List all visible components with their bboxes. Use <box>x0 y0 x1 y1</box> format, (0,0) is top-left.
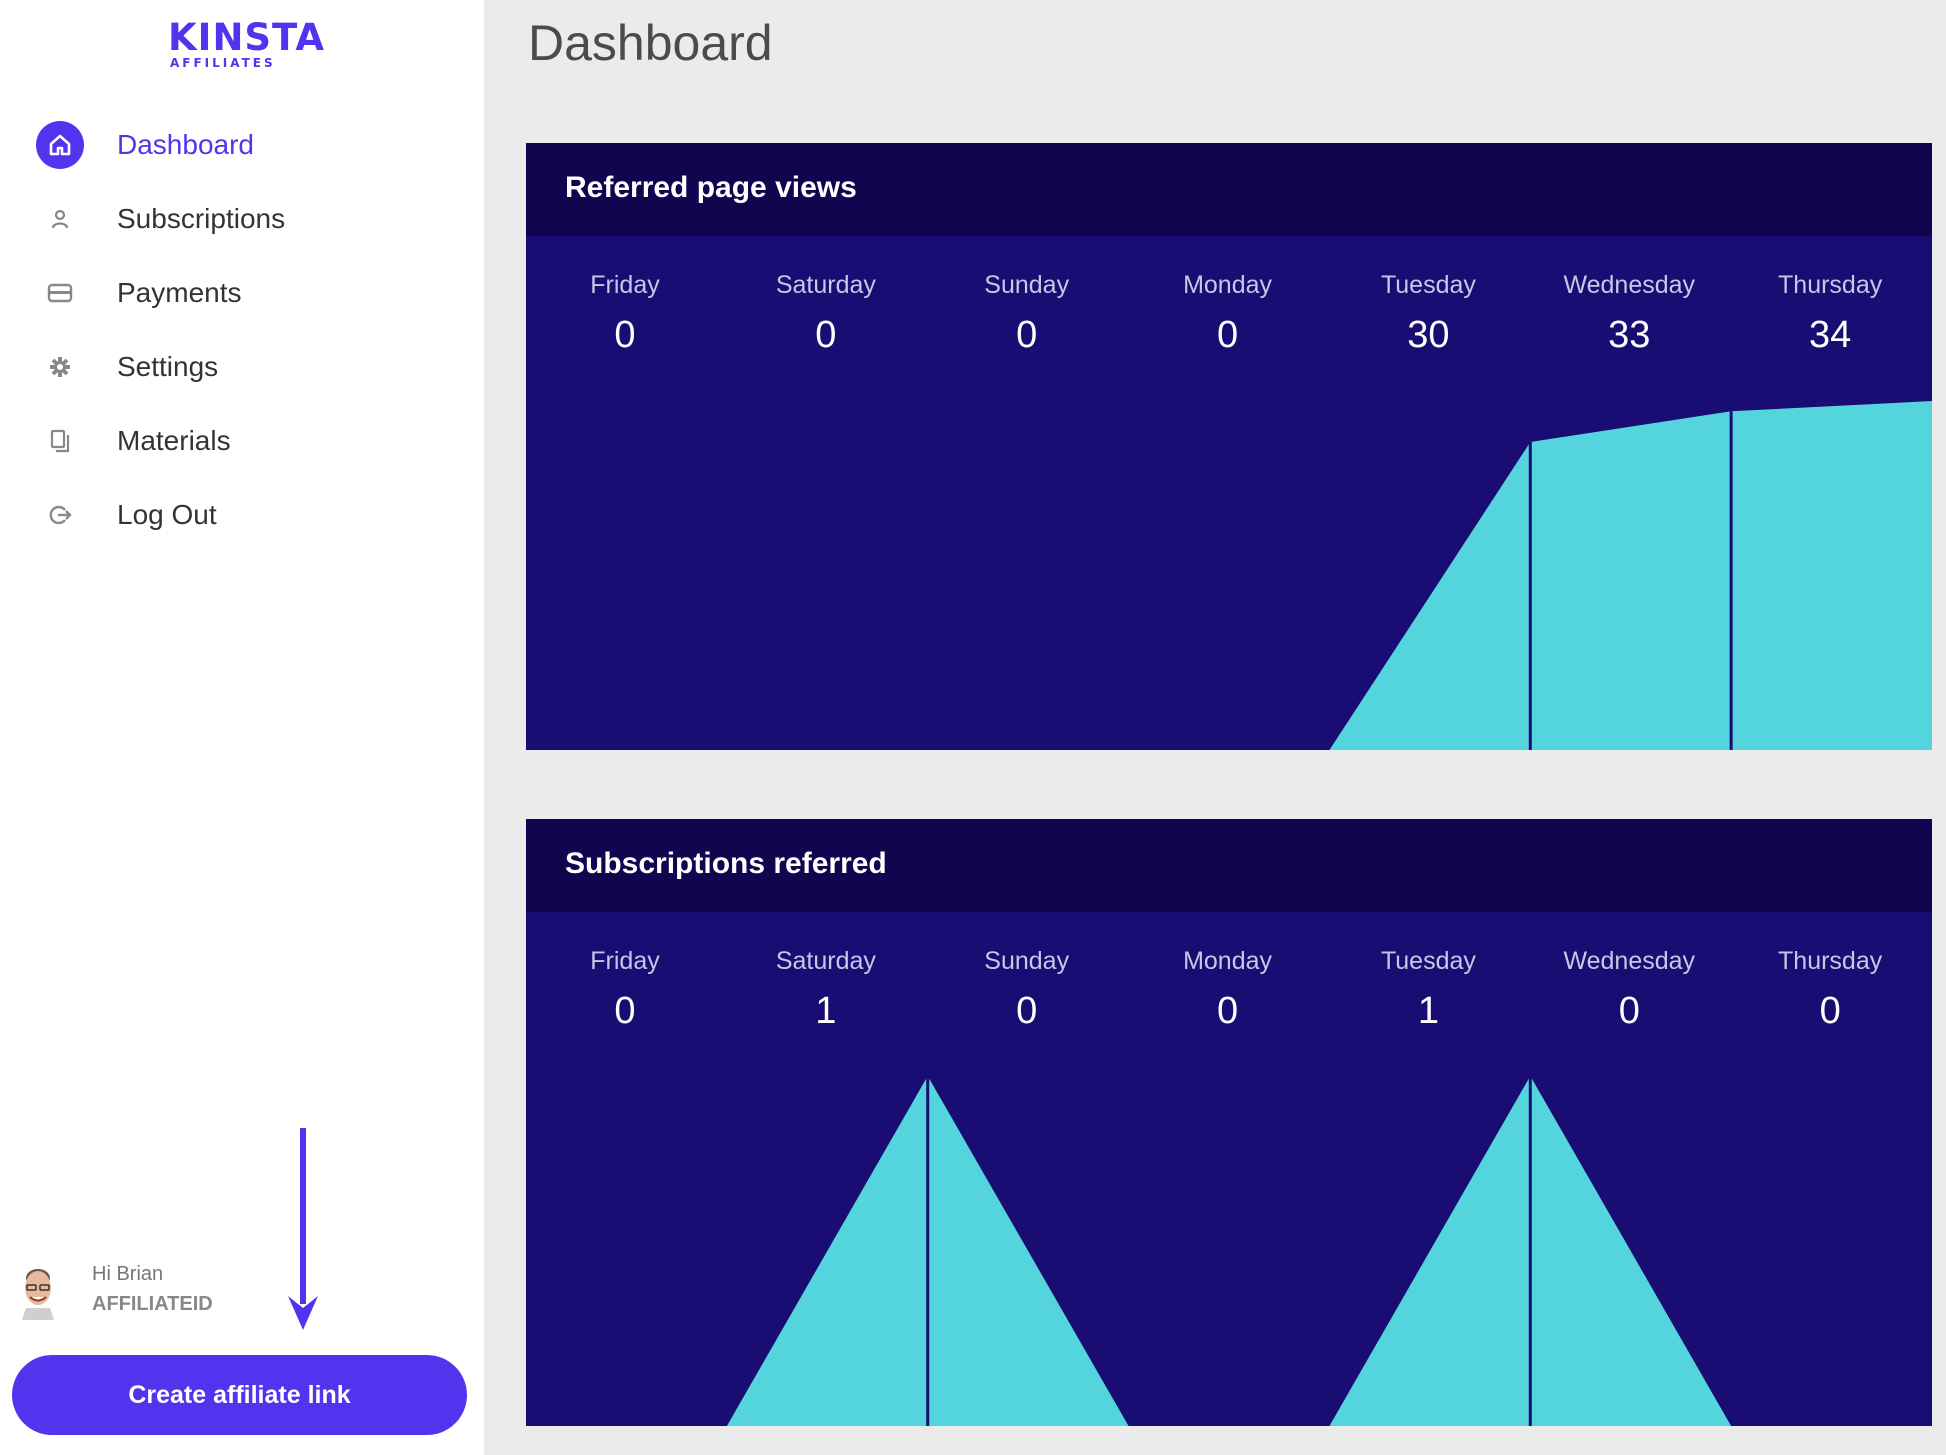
day-column: Sunday 0 <box>927 271 1127 357</box>
day-value: 34 <box>1809 314 1852 356</box>
arrow-down-icon <box>286 1126 320 1337</box>
day-label: Monday <box>1183 271 1273 299</box>
day-column: Tuesday 30 <box>1328 271 1528 357</box>
affiliate-id: AFFILIATEID <box>92 1293 213 1315</box>
sidebar-nav: Dashboard Subscriptions Payments Setting… <box>0 108 484 552</box>
series-area <box>526 401 1932 750</box>
day-label: Saturday <box>775 271 876 299</box>
day-column: Friday 0 <box>526 947 725 1033</box>
referred-page-views-panel: Referred page views Friday 0 Saturday 0 Sund… <box>526 143 1932 750</box>
sidebar-item-label: Log Out <box>117 499 217 530</box>
day-label: Sunday <box>984 947 1070 975</box>
day-value: 33 <box>1608 314 1651 356</box>
day-label: Tuesday <box>1380 947 1476 975</box>
page-title: Dashboard <box>528 15 773 71</box>
sidebar-item-label: Dashboard <box>117 129 254 160</box>
day-label: Tuesday <box>1380 271 1476 299</box>
day-columns: Friday 0 Saturday 0 Sunday 0 Monday 0 Tuesday 30 W… <box>526 271 1932 371</box>
sidebar-item-dashboard[interactable]: Dashboard <box>0 108 484 182</box>
day-label: Thursday <box>1778 947 1883 975</box>
day-column: Sunday 0 <box>927 947 1127 1033</box>
day-value: 0 <box>614 990 636 1032</box>
day-value: 0 <box>614 314 636 356</box>
subscriptions-referred-panel: Subscriptions referred Friday 0 Saturday 1 S… <box>526 819 1932 1426</box>
day-column: Saturday 0 <box>726 271 926 357</box>
avatar[interactable] <box>18 1264 58 1320</box>
day-value: 0 <box>1618 990 1640 1032</box>
subscriptions-referred-chart <box>526 1076 1932 1426</box>
sidebar-item-payments[interactable]: Payments <box>0 256 484 330</box>
day-value: 1 <box>815 990 837 1032</box>
day-label: Friday <box>590 947 660 975</box>
sidebar-item-label: Settings <box>117 351 219 382</box>
sidebar-item-log-out[interactable]: Log Out <box>0 478 484 552</box>
day-value: 0 <box>1216 990 1239 1032</box>
day-value: 0 <box>1016 314 1038 356</box>
day-label: Sunday <box>984 271 1070 299</box>
day-label: Wednesday <box>1563 947 1696 975</box>
day-value: 30 <box>1407 314 1450 356</box>
series-area <box>526 1076 1932 1426</box>
day-label: Saturday <box>775 947 876 975</box>
create-affiliate-link-button[interactable]: Create affiliate link <box>12 1355 467 1435</box>
day-label: Monday <box>1183 947 1273 975</box>
day-value: 0 <box>1216 314 1239 356</box>
day-column: Tuesday 1 <box>1328 947 1528 1033</box>
day-column: Friday 0 <box>526 271 725 357</box>
home-icon <box>36 121 84 169</box>
day-label: Friday <box>590 271 660 299</box>
sidebar-item-label: Subscriptions <box>117 203 286 234</box>
logout-icon <box>36 491 84 539</box>
day-column: Monday 0 <box>1128 947 1328 1033</box>
sidebar-item-subscriptions[interactable]: Subscriptions <box>0 182 484 256</box>
day-label: Wednesday <box>1563 271 1696 299</box>
day-label: Thursday <box>1778 271 1883 299</box>
day-column: Wednesday 33 <box>1529 271 1729 357</box>
sidebar: KINSTA AFFILIATES Dashboard Subscription… <box>0 0 484 1455</box>
gear-icon <box>36 343 84 391</box>
kinsta-affiliates-logo[interactable]: KINSTA AFFILIATES <box>168 16 326 71</box>
day-column: Monday 0 <box>1128 271 1328 357</box>
day-columns: Friday 0 Saturday 1 Sunday 0 Monday 0 Tuesday 1 We… <box>526 947 1932 1047</box>
user-greeting: Hi Brian <box>92 1263 164 1285</box>
documents-icon <box>36 417 84 465</box>
day-column: Thursday 0 <box>1730 947 1930 1033</box>
day-column: Wednesday 0 <box>1529 947 1729 1033</box>
day-value: 0 <box>1016 990 1038 1032</box>
logo-wordmark: KINSTA <box>168 16 326 59</box>
sidebar-item-settings[interactable]: Settings <box>0 330 484 404</box>
user-icon <box>36 195 84 243</box>
sidebar-item-label: Materials <box>117 425 231 456</box>
credit-card-icon <box>36 269 84 317</box>
sidebar-item-materials[interactable]: Materials <box>0 404 484 478</box>
day-column: Thursday 34 <box>1730 271 1930 357</box>
day-value: 1 <box>1417 990 1439 1032</box>
referred-page-views-chart <box>526 401 1932 750</box>
day-value: 0 <box>1819 990 1841 1032</box>
day-value: 0 <box>815 314 837 356</box>
day-column: Saturday 1 <box>726 947 926 1033</box>
sidebar-item-label: Payments <box>117 277 242 308</box>
